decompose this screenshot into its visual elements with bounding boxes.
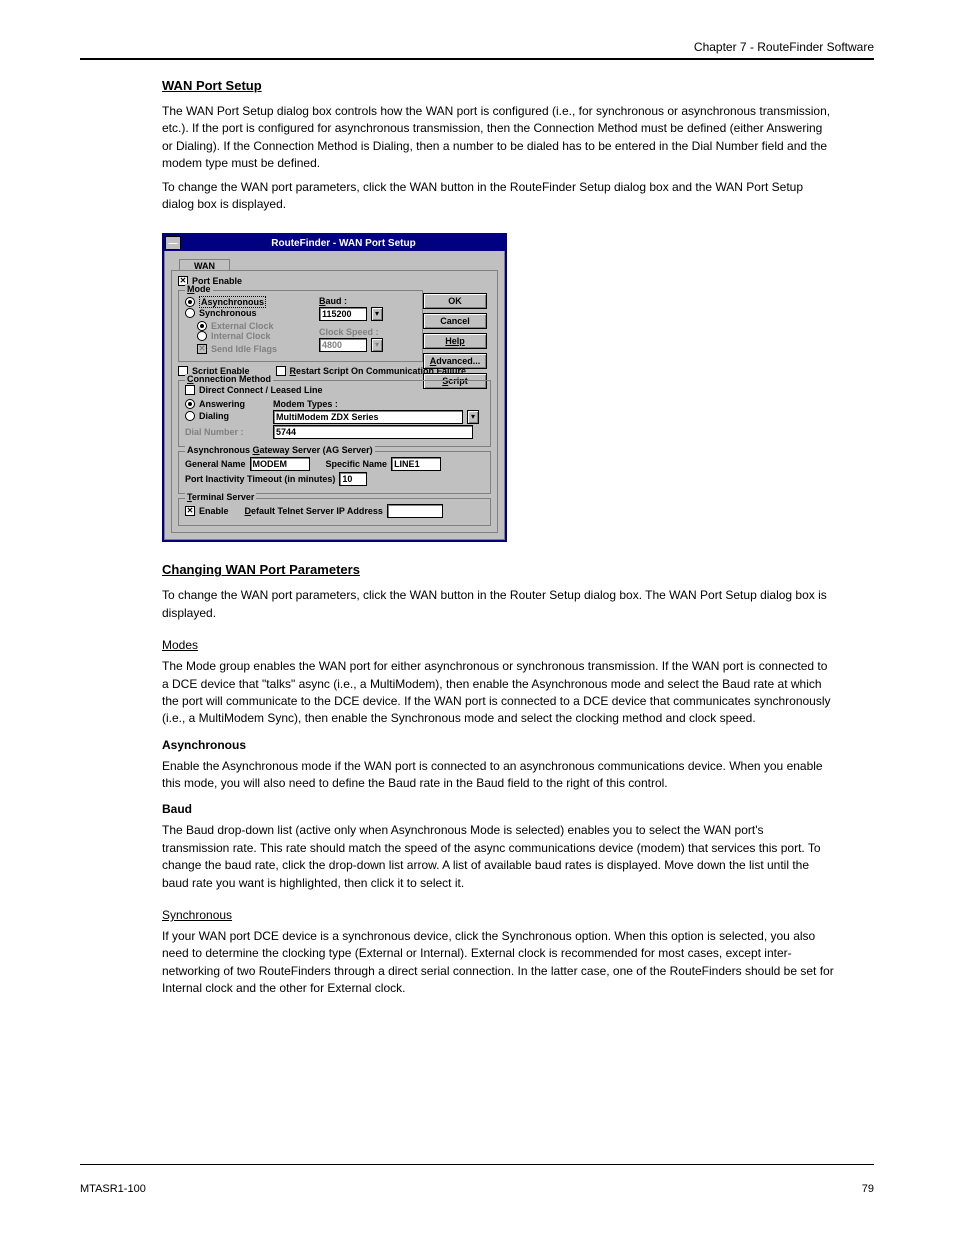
section-title-wan: WAN Port Setup bbox=[162, 78, 874, 93]
system-menu-icon[interactable]: — bbox=[165, 236, 181, 250]
cancel-button[interactable]: Cancel bbox=[423, 313, 487, 329]
modes-heading: Modes bbox=[162, 638, 874, 652]
restart-script-checkbox[interactable] bbox=[276, 366, 286, 376]
ok-button[interactable]: OK bbox=[423, 293, 487, 309]
para-async: Enable the Asynchronous mode if the WAN … bbox=[162, 758, 834, 793]
telnet-ip-field[interactable] bbox=[387, 504, 443, 518]
timeout-label: Port Inactivity Timeout (in minutes) bbox=[185, 474, 335, 484]
section-title-changing: Changing WAN Port Parameters bbox=[162, 562, 874, 577]
timeout-field[interactable]: 10 bbox=[339, 472, 367, 486]
sync-heading: Synchronous bbox=[162, 908, 874, 922]
dialing-radio[interactable] bbox=[185, 411, 195, 421]
footer-left: MTASR1-100 bbox=[80, 1183, 146, 1195]
async-heading: Asynchronous bbox=[162, 738, 874, 752]
modem-type-field[interactable]: MultiModem ZDX Series bbox=[273, 410, 463, 424]
para-intro-2: To change the WAN port parameters, click… bbox=[162, 179, 834, 214]
modem-type-dropdown-icon[interactable]: ▾ bbox=[467, 410, 479, 424]
dial-number-field[interactable]: 5744 bbox=[273, 425, 473, 439]
page-header: Chapter 7 - RouteFinder Software bbox=[694, 40, 874, 54]
baud-heading: Baud bbox=[162, 802, 874, 816]
advanced-button[interactable]: Advanced... bbox=[423, 353, 487, 369]
int-clock-radio bbox=[197, 331, 207, 341]
modem-types-label: Modem Types : bbox=[273, 399, 338, 409]
para-modes: The Mode group enables the WAN port for … bbox=[162, 658, 834, 728]
baud-field[interactable]: 115200 bbox=[319, 307, 367, 321]
idle-flags-checkbox bbox=[197, 344, 207, 354]
ag-server-label: Asynchronous Gateway Server (AG Server) bbox=[185, 445, 375, 455]
async-radio[interactable] bbox=[185, 297, 195, 307]
direct-connect-checkbox[interactable] bbox=[185, 385, 195, 395]
ext-clock-radio bbox=[197, 321, 207, 331]
para-sync: If your WAN port DCE device is a synchro… bbox=[162, 928, 834, 998]
connection-method-label: Connection Method bbox=[185, 374, 273, 384]
help-button[interactable]: Help bbox=[423, 333, 487, 349]
wan-port-setup-dialog: — RouteFinder - WAN Port Setup WAN OK Ca… bbox=[162, 233, 507, 542]
sync-radio[interactable] bbox=[185, 308, 195, 318]
dialog-title: RouteFinder - WAN Port Setup bbox=[182, 238, 505, 249]
para-baud: The Baud drop-down list (active only whe… bbox=[162, 822, 834, 892]
terminal-enable-checkbox[interactable] bbox=[185, 506, 195, 516]
baud-label: Baud : bbox=[319, 296, 409, 306]
general-name-label: General Name bbox=[185, 459, 246, 469]
para-intro-1: The WAN Port Setup dialog box controls h… bbox=[162, 103, 834, 173]
general-name-field[interactable]: MODEM bbox=[250, 457, 310, 471]
para-changing: To change the WAN port parameters, click… bbox=[162, 587, 834, 622]
clock-speed-field: 4800 bbox=[319, 338, 367, 352]
answering-radio[interactable] bbox=[185, 399, 195, 409]
mode-group-label: Mode bbox=[185, 284, 213, 294]
baud-dropdown-icon[interactable]: ▾ bbox=[371, 307, 383, 321]
clock-speed-label: Clock Speed : bbox=[319, 327, 409, 337]
specific-name-field[interactable]: LINE1 bbox=[391, 457, 441, 471]
dial-number-label: Dial Number : bbox=[185, 427, 269, 437]
footer-page-number: 79 bbox=[862, 1183, 874, 1195]
telnet-ip-label: Default Telnet Server IP Address bbox=[245, 506, 383, 516]
specific-name-label: Specific Name bbox=[326, 459, 388, 469]
clock-dropdown-icon: ▾ bbox=[371, 338, 383, 352]
terminal-server-label: Terminal Server bbox=[185, 492, 256, 502]
